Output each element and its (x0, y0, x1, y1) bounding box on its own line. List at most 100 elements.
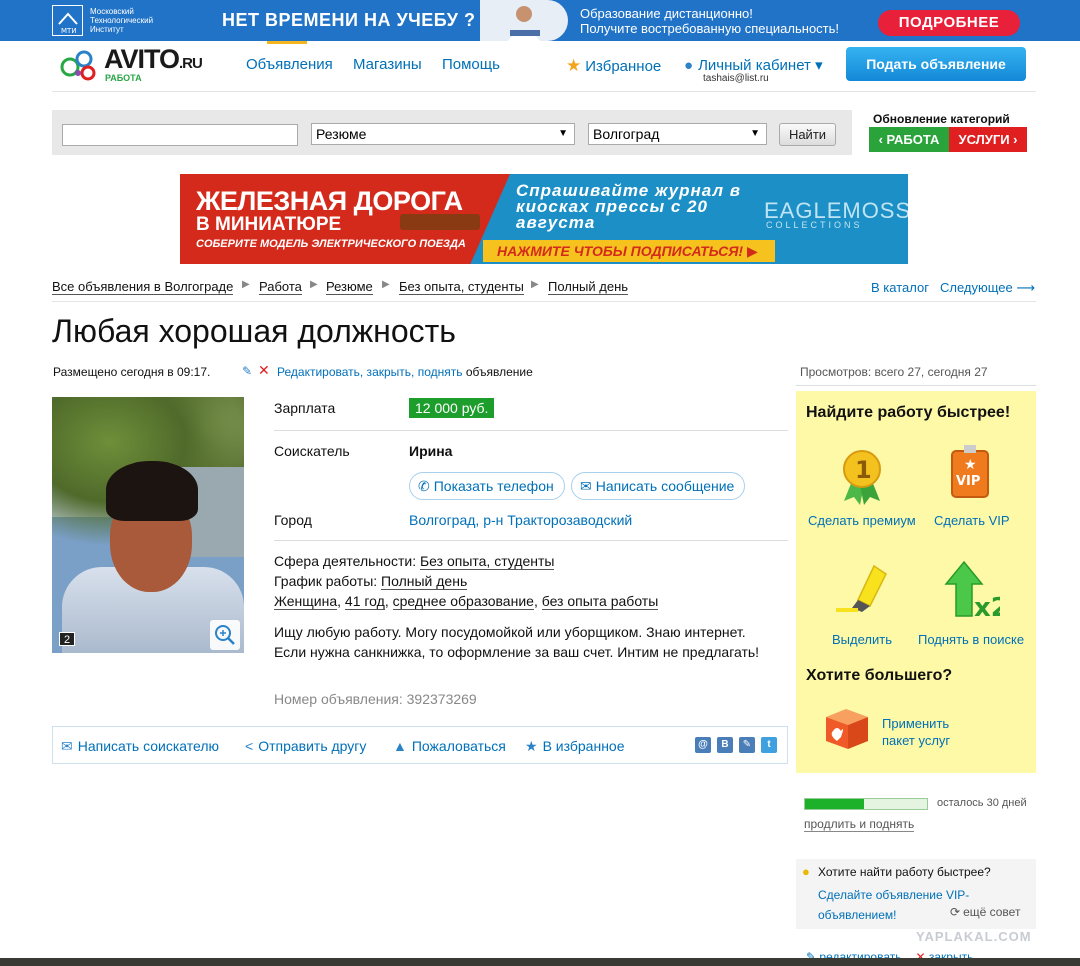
posted-time: Размещено сегодня в 09:17. (53, 365, 211, 379)
show-phone-button[interactable]: ✆ Показать телефон (409, 472, 565, 500)
apply-package-link[interactable]: Применить пакет услуг (882, 715, 950, 749)
category-update-title: Обновление категорий (873, 112, 1010, 126)
highlight-link[interactable]: Выделить (832, 632, 892, 647)
make-premium-link[interactable]: Сделать премиум (808, 513, 916, 528)
chevron-right-icon: ▶ (382, 279, 390, 290)
vk-share-icon[interactable]: В (717, 737, 733, 753)
highlighter-icon[interactable] (836, 560, 888, 614)
raise-arrow-icon[interactable]: x2 (944, 560, 1009, 623)
city-select[interactable]: Волгоград ▼ (588, 123, 767, 145)
train-image (400, 214, 480, 230)
report-button[interactable]: ▲ Пожаловаться (393, 738, 506, 754)
promo-title: Найдите работу быстрее! (806, 404, 1011, 421)
watermark: YAPLAKAL.COM (916, 929, 1032, 944)
edit-close-raise-link[interactable]: Редактировать, закрыть, поднять (277, 365, 462, 379)
avito-logo-icon[interactable] (58, 47, 104, 81)
star-icon: ★ (566, 56, 582, 75)
breadcrumb-all[interactable]: Все объявления в Волгограде (52, 280, 234, 295)
breadcrumb-resume[interactable]: Резюме (326, 280, 373, 295)
gift-box-icon[interactable] (822, 703, 872, 751)
banner-text: Образование дистанционно! Получите востр… (580, 6, 840, 36)
user-email: tashais@list.ru (703, 73, 769, 84)
user-icon: ● (684, 57, 694, 74)
send-friend-button[interactable]: < Отправить другу (245, 738, 366, 754)
extend-raise-link[interactable]: продлить и поднять (804, 818, 915, 832)
institute-name: Московский Технологический Институт (90, 7, 154, 34)
listing-lifetime-bar (804, 798, 928, 810)
institute-emblem-icon: МТИ (52, 5, 83, 36)
nav-shops[interactable]: Магазины (353, 56, 422, 73)
breadcrumb-fulltime[interactable]: Полный день (548, 280, 629, 295)
page-title: Любая хорошая должность (52, 313, 456, 349)
lightbulb-icon: ● (802, 864, 810, 879)
refresh-icon: ⟳ (950, 905, 961, 919)
pencil-icon[interactable]: ✎ (242, 364, 252, 378)
svg-text:x2: x2 (974, 593, 1000, 620)
header-divider (52, 91, 1036, 92)
banner-headline: НЕТ ВРЕМЕНИ НА УЧЕБУ ? (222, 10, 476, 30)
lj-share-icon[interactable]: ✎ (739, 737, 755, 753)
write-applicant-button[interactable]: ✉ Написать соискателю (61, 738, 219, 755)
medal-icon[interactable]: 1 (838, 445, 886, 507)
search-button[interactable]: Найти (779, 123, 836, 146)
education-link[interactable]: среднее образование (392, 593, 534, 610)
next-link[interactable]: Следующее ⟶ (940, 280, 1035, 296)
raise-search-link[interactable]: Поднять в поиске (918, 632, 1024, 647)
svg-text:★: ★ (964, 457, 977, 473)
next-tip-button[interactable]: ⟳ ещё совет (950, 905, 1020, 919)
make-vip-link[interactable]: Сделать VIP (934, 513, 1010, 528)
vip-icon[interactable]: VIP ★ (946, 445, 996, 505)
sphere-row: Сфера деятельности: Без опыта, студенты (274, 553, 555, 570)
sphere-link[interactable]: Без опыта, студенты (419, 553, 555, 570)
add-favorite-button[interactable]: ★ В избранное (525, 738, 625, 755)
gender-link[interactable]: Женщина (274, 593, 338, 610)
nav-listings[interactable]: Объявления (246, 56, 333, 73)
mail-share-icon[interactable]: @ (695, 737, 711, 753)
student-image (480, 0, 568, 41)
envelope-icon: ✉ (580, 478, 592, 494)
subscribe-cta[interactable]: НАЖМИТЕ ЧТОБЫ ПОДПИСАТЬСЯ! ▶ (483, 240, 775, 262)
top-ad-banner[interactable]: МТИ Московский Технологический Институт … (0, 0, 1080, 41)
view-counter: Просмотров: всего 27, сегодня 27 (800, 365, 988, 379)
catalog-link[interactable]: В каталог (871, 280, 929, 295)
chevron-right-icon: ▶ (531, 279, 539, 290)
railway-ad-banner[interactable]: ЖЕЛЕЗНАЯ ДОРОГА В МИНИАТЮРЕ СОБЕРИТЕ МОД… (180, 174, 908, 264)
twitter-share-icon[interactable]: t (761, 737, 777, 753)
breadcrumb-divider (52, 301, 1036, 302)
nav-help[interactable]: Помощь (442, 56, 500, 73)
bottom-strip (0, 958, 1080, 966)
profile-row: Женщина, 41 год, среднее образование, бе… (274, 593, 659, 610)
close-icon[interactable]: ✕ (258, 362, 270, 379)
envelope-icon: ✉ (61, 738, 73, 754)
city-link[interactable]: Волгоград, р-н Тракторозаводский (409, 512, 632, 528)
cabinet-link[interactable]: ● Личный кабинет ▾ (684, 56, 823, 74)
breadcrumb-work[interactable]: Работа (259, 280, 302, 295)
experience-link[interactable]: без опыта работы (541, 593, 659, 610)
search-input[interactable] (62, 124, 298, 146)
edit-links: Редактировать, закрыть, поднять объявлен… (277, 365, 533, 379)
tag-services-button[interactable]: УСЛУГИ › (949, 127, 1027, 152)
breadcrumb-students[interactable]: Без опыта, студенты (399, 280, 524, 295)
dropdown-arrow-icon: ▼ (750, 128, 760, 139)
tip-title: Хотите найти работу быстрее? (818, 865, 991, 879)
applicant-label: Соискатель (274, 443, 350, 459)
age-link[interactable]: 41 год (344, 593, 385, 610)
applicant-photo[interactable]: 2 (52, 397, 244, 653)
schedule-link[interactable]: Полный день (381, 573, 468, 590)
applicant-name: Ирина (409, 443, 453, 459)
warning-icon: ▲ (393, 738, 407, 754)
salary-label: Зарплата (274, 400, 336, 416)
favorites-link[interactable]: ★ Избранное (566, 56, 661, 76)
zoom-icon[interactable] (210, 620, 240, 650)
days-left: осталось 30 дней (937, 797, 1027, 809)
chevron-right-icon: ▶ (242, 279, 250, 290)
write-message-button[interactable]: ✉ Написать сообщение (571, 472, 746, 500)
avito-logo[interactable]: AVITO.RU (104, 44, 203, 75)
salary-value: 12 000 руб. (409, 398, 495, 418)
post-ad-button[interactable]: Подать объявление (846, 47, 1026, 81)
ad-number: Номер объявления: 392373269 (274, 691, 477, 707)
tag-work-button[interactable]: ‹ РАБОТА (869, 127, 949, 152)
banner-more-button[interactable]: ПОДРОБНЕЕ (878, 10, 1020, 36)
star-icon: ★ (525, 738, 538, 754)
category-select[interactable]: Резюме ▼ (311, 123, 575, 145)
